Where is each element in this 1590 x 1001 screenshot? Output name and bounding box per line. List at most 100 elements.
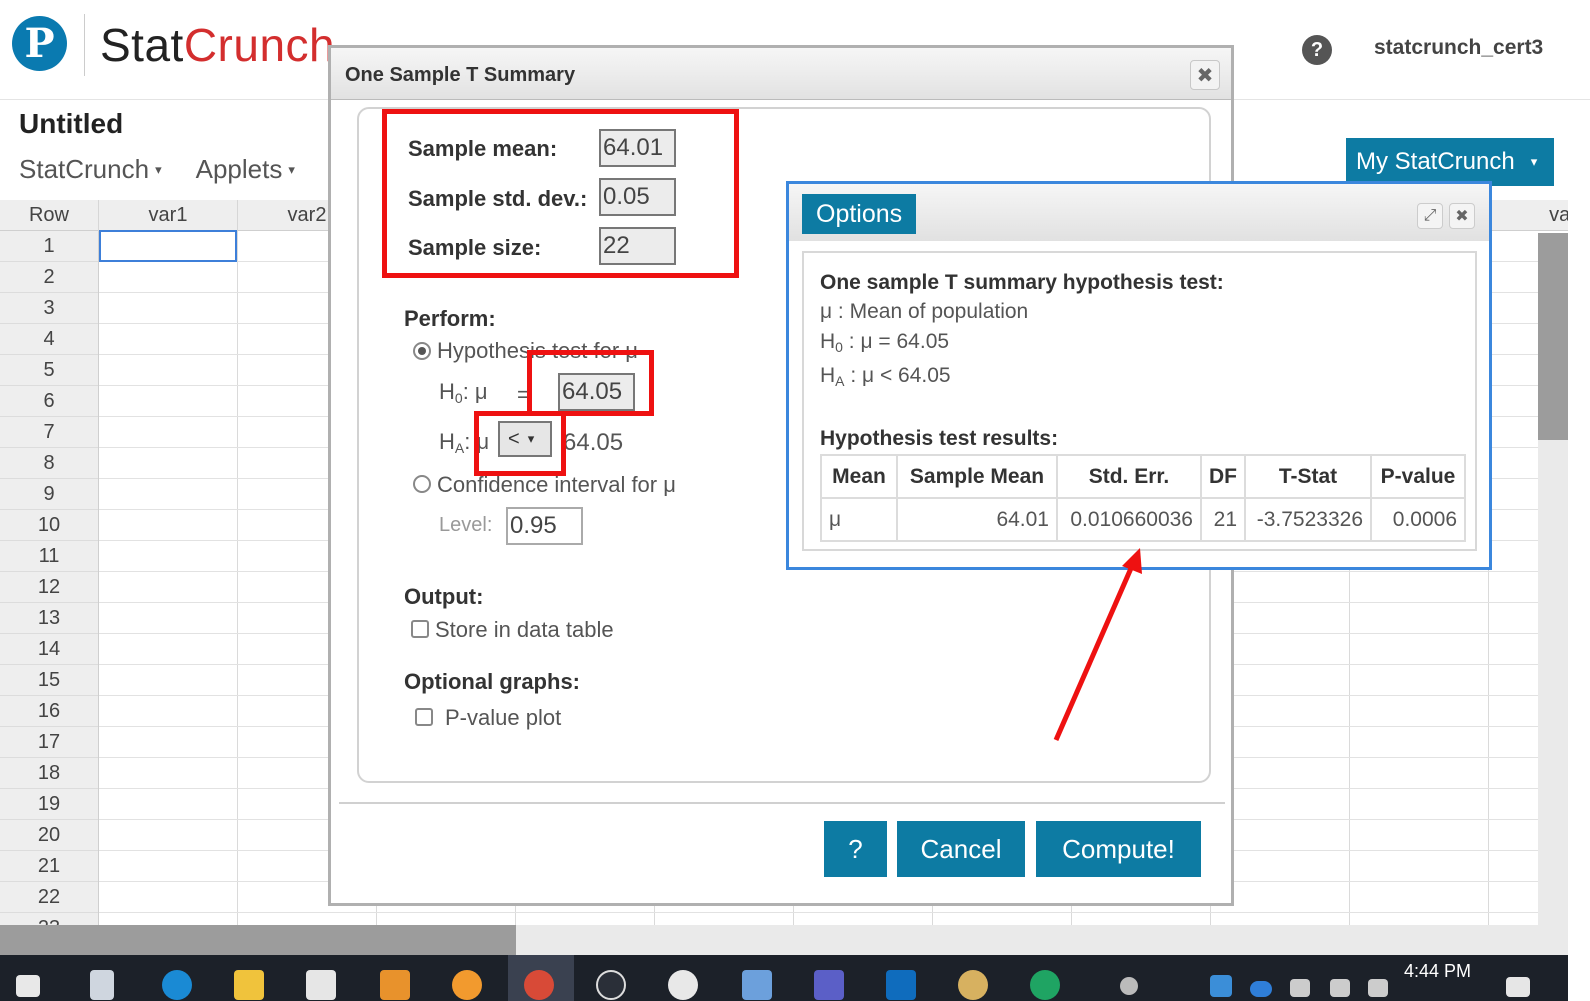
row-number[interactable]: 17	[0, 727, 98, 758]
firefox-icon[interactable]	[452, 970, 482, 1000]
my-statcrunch-label: My StatCrunch	[1356, 148, 1515, 175]
h0-label: H0: μ	[439, 379, 488, 406]
wifi-icon[interactable]	[1330, 979, 1350, 997]
app-icon[interactable]	[380, 970, 410, 1000]
row-number[interactable]: 5	[0, 355, 98, 386]
cell-p-value: 0.0006	[1370, 497, 1466, 542]
ha-operator-select[interactable]: < ▾	[498, 421, 552, 457]
ha-operator-value: <	[508, 427, 520, 450]
level-label: Level:	[439, 514, 493, 536]
null-rest: : μ = 64.05	[842, 330, 950, 353]
options-menu-button[interactable]: Options	[802, 194, 917, 234]
edge-browser-icon[interactable]	[162, 970, 192, 1000]
horizontal-scrollbar[interactable]	[0, 925, 516, 955]
row-number[interactable]: 21	[0, 851, 98, 882]
compute-button[interactable]: Compute!	[1036, 821, 1201, 877]
brand-part-2: Crunch	[183, 19, 336, 71]
people-icon[interactable]	[1120, 977, 1138, 995]
row-number[interactable]: 2	[0, 262, 98, 293]
menu-applets[interactable]: Applets ▾	[196, 154, 295, 185]
network-icon[interactable]	[1290, 979, 1310, 997]
store-in-data-table-checkbox[interactable]	[411, 620, 429, 638]
null-h: H	[820, 330, 836, 353]
sample-size-input[interactable]: 22	[599, 227, 676, 265]
row-number[interactable]: 3	[0, 293, 98, 324]
optional-graphs-label: Optional graphs:	[404, 669, 580, 694]
vertical-scroll-track[interactable]	[1538, 440, 1568, 925]
row-number[interactable]: 8	[0, 448, 98, 479]
task-view-icon[interactable]	[90, 970, 114, 1000]
row-number[interactable]: 10	[0, 510, 98, 541]
sample-std-dev-input[interactable]: 0.05	[599, 178, 676, 216]
row-number[interactable]: 4	[0, 324, 98, 355]
file-explorer-icon[interactable]	[234, 970, 264, 1000]
null-hypothesis-line: H0 : μ = 64.05	[820, 330, 949, 355]
windows-start-icon[interactable]	[16, 975, 40, 997]
column-header-var1[interactable]: var1	[99, 200, 238, 231]
ha-value-text: 64.05	[563, 429, 624, 456]
output-label: Output:	[404, 584, 484, 609]
volume-icon[interactable]	[1368, 979, 1388, 997]
notes-icon[interactable]	[742, 970, 772, 1000]
username-link[interactable]: statcrunch_cert3	[1374, 36, 1543, 60]
confidence-interval-radio[interactable]	[413, 475, 431, 493]
row-number[interactable]: 12	[0, 572, 98, 603]
row-number[interactable]: 9	[0, 479, 98, 510]
expand-icon[interactable]: ⤢	[1417, 203, 1443, 229]
table-header-row: Mean Sample Mean Std. Err. DF T-Stat P-v…	[820, 454, 1466, 499]
outlook-icon[interactable]	[886, 970, 916, 1000]
row-number[interactable]: 16	[0, 696, 98, 727]
row-number[interactable]: 14	[0, 634, 98, 665]
row-number[interactable]: 11	[0, 541, 98, 572]
h0-mean-input[interactable]: 64.05	[558, 373, 635, 411]
active-cell[interactable]	[99, 230, 237, 262]
cell-sample-mean: 64.01	[896, 497, 1058, 542]
close-icon[interactable]: ✖	[1190, 60, 1220, 90]
level-input[interactable]: 0.95	[506, 507, 583, 545]
row-number[interactable]: 19	[0, 789, 98, 820]
row-number[interactable]: 7	[0, 417, 98, 448]
row-number[interactable]: 1	[0, 231, 98, 262]
col-sample-mean: Sample Mean	[896, 454, 1058, 499]
teams-icon[interactable]	[814, 970, 844, 1000]
my-statcrunch-button[interactable]: My StatCrunch ▾	[1346, 138, 1554, 186]
options-results-window: Options ⤢ ✖ One sample T summary hypothe…	[786, 181, 1492, 570]
options-titlebar[interactable]: Options ⤢ ✖	[789, 184, 1489, 241]
brand-part-1: Stat	[100, 19, 184, 71]
column-header-var1-right[interactable]: var1	[1489, 200, 1568, 231]
tray-icon[interactable]	[1210, 975, 1232, 997]
mail-icon[interactable]	[306, 970, 336, 1000]
vertical-scrollbar[interactable]	[1538, 233, 1568, 440]
help-button[interactable]: ?	[824, 821, 887, 877]
paint-icon[interactable]	[958, 970, 988, 1000]
row-number[interactable]: 13	[0, 603, 98, 634]
brand-logo[interactable]: StatCrunch	[100, 18, 335, 72]
dialog-titlebar[interactable]: One Sample T Summary ✖	[331, 48, 1231, 100]
notifications-icon[interactable]	[1506, 977, 1530, 997]
sample-mean-input[interactable]: 64.01	[599, 129, 676, 167]
chrome-icon[interactable]	[524, 970, 554, 1000]
row-number[interactable]: 6	[0, 386, 98, 417]
caret-down-icon: ▾	[155, 161, 162, 177]
speedometer-icon[interactable]	[668, 970, 698, 1000]
confidence-interval-label: Confidence interval for μ	[437, 472, 676, 497]
taskbar-clock[interactable]: 4:44 PM	[1404, 961, 1471, 982]
p-value-plot-checkbox[interactable]	[415, 708, 433, 726]
app-green-icon[interactable]	[1030, 970, 1060, 1000]
help-icon[interactable]: ?	[1302, 35, 1332, 65]
hypothesis-test-label: Hypothesis test for μ	[437, 338, 638, 363]
row-number[interactable]: 15	[0, 665, 98, 696]
pearson-logo-icon[interactable]: P	[12, 16, 67, 71]
row-number[interactable]: 20	[0, 820, 98, 851]
close-icon[interactable]: ✖	[1449, 203, 1475, 229]
cell-df: 21	[1200, 497, 1246, 542]
menu-statcrunch[interactable]: StatCrunch ▾	[19, 154, 162, 185]
cancel-button[interactable]: Cancel	[897, 821, 1025, 877]
row-number[interactable]: 18	[0, 758, 98, 789]
hypothesis-test-radio[interactable]	[413, 342, 431, 360]
horizontal-scroll-track[interactable]	[516, 925, 1568, 955]
menubar: StatCrunch ▾ Applets ▾	[19, 154, 295, 185]
row-number[interactable]: 22	[0, 882, 98, 913]
onedrive-icon[interactable]	[1250, 981, 1272, 997]
clock-app-icon[interactable]	[596, 970, 626, 1000]
